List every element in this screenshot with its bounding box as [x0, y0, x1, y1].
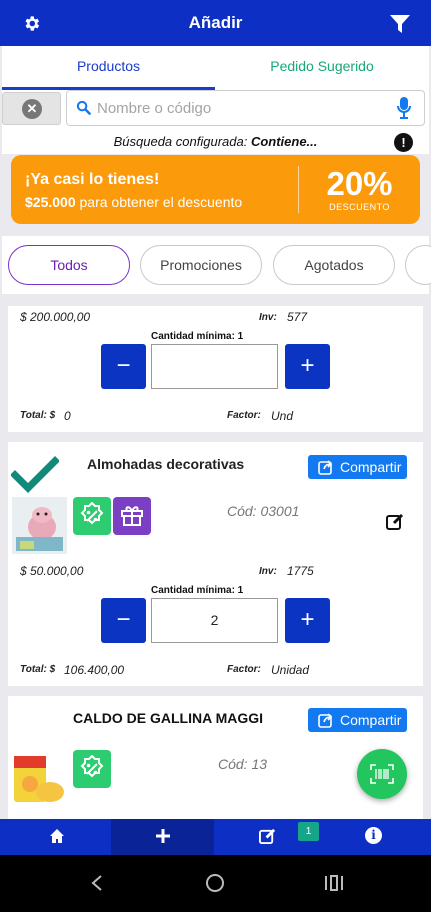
- increase-quantity-button[interactable]: +: [285, 344, 330, 389]
- promotion-badge[interactable]: [73, 497, 111, 535]
- increase-quantity-button[interactable]: +: [285, 598, 330, 643]
- total-label: Total: $: [20, 664, 56, 675]
- promotion-badge[interactable]: [73, 750, 111, 788]
- info-icon[interactable]: !: [394, 133, 413, 152]
- recent-apps-icon[interactable]: [324, 874, 344, 892]
- decrease-quantity-button[interactable]: −: [101, 598, 146, 643]
- share-button[interactable]: Compartir: [308, 455, 407, 479]
- banner-headline: ¡Ya casi lo tienes!: [25, 171, 160, 188]
- banner-amount: $25.000: [25, 194, 76, 210]
- total-label: Total: $: [20, 410, 56, 421]
- product-name: CALDO DE GALLINA MAGGI: [73, 710, 264, 726]
- product-price: $ 50.000,00: [20, 564, 84, 578]
- search-config-prefix: Búsqueda configurada:: [113, 134, 251, 149]
- banner-subtext-rest: para obtener el descuento: [75, 194, 243, 210]
- nav-add-active[interactable]: [111, 819, 214, 855]
- search-box: [66, 90, 425, 126]
- checkmark-icon: [11, 456, 59, 493]
- cart-count-badge: 1: [298, 822, 319, 841]
- banner-subtext: $25.000 para obtener el descuento: [25, 194, 242, 210]
- product-name: Almohadas decorativas: [87, 456, 245, 472]
- search-config-row: Búsqueda configurada: Contiene...: [2, 130, 429, 154]
- quantity-input[interactable]: [151, 344, 278, 389]
- edit-icon[interactable]: [386, 513, 404, 531]
- page-title: Añadir: [188, 13, 243, 32]
- share-label: Compartir: [340, 459, 402, 475]
- gift-badge[interactable]: [113, 497, 151, 535]
- filter-icon[interactable]: [390, 15, 410, 33]
- search-config-value: Contiene...: [250, 134, 318, 149]
- inventory-label: Inv:: [259, 566, 277, 577]
- product-price: $ 200.000,00: [20, 310, 91, 324]
- tab-productos[interactable]: Productos: [2, 46, 215, 90]
- inventory-label: Inv:: [259, 312, 277, 323]
- factor-label: Factor:: [227, 410, 261, 421]
- share-icon: [318, 713, 333, 728]
- search-icon: [76, 100, 91, 115]
- search-config-text: Búsqueda configurada: Contiene...: [2, 134, 429, 149]
- tab-pedido-sugerido[interactable]: Pedido Sugerido: [215, 46, 429, 90]
- product-code: Cód: 03001: [227, 503, 300, 519]
- share-label: Compartir: [340, 712, 402, 728]
- barcode-icon: [370, 764, 394, 784]
- filter-todos[interactable]: Todos: [8, 245, 130, 285]
- minimum-quantity: Cantidad mínima: 1: [151, 331, 244, 342]
- app-header: Añadir: [0, 0, 431, 46]
- minimum-quantity: Cantidad mínima: 1: [151, 585, 244, 596]
- factor-value: Unidad: [271, 663, 310, 677]
- total-value: 106.400,00: [64, 663, 125, 677]
- factor-label: Factor:: [227, 664, 261, 675]
- product-code: Cód: 13: [218, 756, 268, 772]
- product-image[interactable]: [12, 497, 67, 554]
- discount-banner: ¡Ya casi lo tienes! $25.000 para obtener…: [11, 155, 420, 224]
- search-input[interactable]: [97, 97, 387, 119]
- total-value: 0: [64, 409, 71, 423]
- filter-agotados[interactable]: Agotados: [273, 245, 395, 285]
- discount-label: DESCUENTO: [329, 202, 390, 212]
- share-button[interactable]: Compartir: [308, 708, 407, 732]
- filter-promociones[interactable]: Promociones: [140, 245, 262, 285]
- decrease-quantity-button[interactable]: −: [101, 344, 146, 389]
- inventory-value: 1775: [287, 564, 314, 578]
- inventory-value: 577: [287, 310, 308, 324]
- quantity-input[interactable]: 2: [151, 598, 278, 643]
- gift-icon: [121, 506, 143, 526]
- close-icon: ✕: [22, 99, 42, 119]
- factor-value: Und: [271, 409, 294, 423]
- system-navigation-bar: [0, 855, 431, 912]
- bottom-navigation: 1 i: [0, 819, 431, 855]
- discount-percent: 20%: [326, 165, 393, 202]
- info-nav-icon[interactable]: i: [365, 827, 382, 844]
- home-icon[interactable]: [49, 828, 65, 844]
- back-icon[interactable]: [90, 874, 104, 892]
- plus-icon: [156, 829, 170, 843]
- barcode-scan-button[interactable]: [357, 749, 407, 799]
- microphone-icon[interactable]: [397, 97, 411, 119]
- product-image[interactable]: [12, 750, 67, 808]
- home-circle-icon[interactable]: [205, 873, 225, 893]
- share-icon: [318, 460, 333, 475]
- percent-icon: [80, 502, 104, 525]
- percent-icon: [80, 755, 104, 778]
- tab-bar: Productos Pedido Sugerido: [2, 46, 429, 90]
- clear-search-button[interactable]: ✕: [2, 92, 61, 125]
- orders-edit-icon[interactable]: [259, 828, 276, 845]
